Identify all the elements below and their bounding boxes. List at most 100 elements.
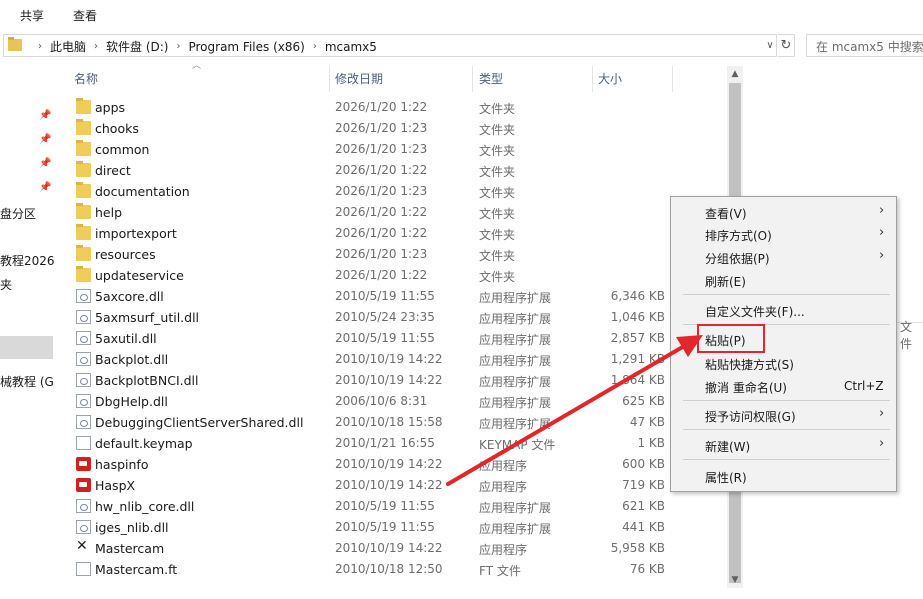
menu-item-give-access[interactable]: 授予访问权限(G) ›: [671, 404, 896, 426]
chevron-right-icon[interactable]: ›: [38, 41, 42, 52]
menu-item-paste-shortcut[interactable]: 粘贴快捷方式(S): [671, 352, 896, 374]
scroll-up-icon[interactable]: ▲: [727, 66, 743, 82]
file-row[interactable]: Mastercam.ft 2010/10/18 12:50 FT 文件 76 KB: [70, 559, 670, 580]
file-row[interactable]: BackplotBNCI.dll 2010/10/19 14:22 应用程序扩展 1,…: [70, 370, 670, 391]
file-date: 2026/1/20 1:23: [335, 142, 428, 156]
folder-icon: [76, 224, 91, 240]
menu-item-group-by[interactable]: 分组依据(P) ›: [671, 246, 896, 268]
tab-share[interactable]: 共享: [20, 7, 44, 24]
chevron-right-icon[interactable]: ›: [176, 41, 180, 52]
file-name: DbgHelp.dll: [95, 394, 168, 409]
breadcrumb-drive-d[interactable]: 软件盘 (D:): [106, 38, 168, 55]
column-header-type[interactable]: 类型: [479, 70, 503, 92]
pin-icon[interactable]: 📌: [39, 110, 51, 121]
file-type: 应用程序扩展: [479, 396, 552, 410]
chevron-down-icon[interactable]: ∨: [763, 34, 777, 57]
nav-item-selected[interactable]: [0, 336, 53, 359]
file-type: 文件夹: [479, 165, 516, 179]
pin-icon[interactable]: 📌: [39, 158, 51, 169]
file-type: 应用程序扩展: [479, 522, 552, 536]
chevron-right-icon: ›: [879, 436, 885, 451]
ribbon: 共享 查看: [0, 0, 923, 30]
menu-item-undo-rename[interactable]: 撤消 重命名(U) Ctrl+Z: [671, 375, 896, 397]
file-size: 6,346 KB: [610, 289, 665, 303]
breadcrumb-program-files[interactable]: Program Files (x86): [188, 40, 304, 54]
nav-item-folder[interactable]: 夹: [0, 276, 12, 293]
address-bar[interactable]: › 此电脑 › 软件盘 (D:) › Program Files (x86) ›…: [3, 34, 777, 57]
file-type: 应用程序扩展: [479, 333, 552, 347]
file-row[interactable]: apps 2026/1/20 1:22 文件夹: [70, 97, 670, 118]
dll-icon: [76, 331, 91, 345]
hasp-app-icon: [76, 478, 91, 492]
file-row[interactable]: 5axcore.dll 2010/5/19 11:55 应用程序扩展 6,346 KB: [70, 286, 670, 307]
column-divider[interactable]: [472, 66, 473, 92]
file-date: 2010/5/19 11:55: [335, 499, 435, 513]
file-date: 2010/5/24 23:35: [335, 310, 435, 324]
file-row[interactable]: 5axmsurf_util.dll 2010/5/24 23:35 应用程序扩展 1,…: [70, 307, 670, 328]
file-size: 47 KB: [629, 415, 665, 429]
breadcrumb-mcamx5[interactable]: mcamx5: [325, 40, 377, 54]
pin-icon[interactable]: 📌: [39, 134, 51, 145]
file-row[interactable]: haspinfo 2010/10/19 14:22 应用程序 600 KB: [70, 454, 670, 475]
file-row[interactable]: iges_nlib.dll 2010/5/19 11:55 应用程序扩展 441 KB: [70, 517, 670, 538]
menu-item-sort-by[interactable]: 排序方式(O) ›: [671, 223, 896, 245]
file-type: 应用程序: [479, 543, 528, 557]
menu-item-label: 授予访问权限(G): [705, 410, 796, 424]
column-divider[interactable]: [672, 66, 673, 92]
menu-item-customize-folder[interactable]: 自定义文件夹(F)...: [671, 299, 896, 321]
breadcrumb-this-pc[interactable]: 此电脑: [50, 38, 86, 55]
column-divider[interactable]: [329, 66, 330, 92]
dll-icon: [76, 352, 91, 366]
file-row[interactable]: resources 2026/1/20 1:23 文件夹: [70, 244, 670, 265]
nav-item-mech-tutorial[interactable]: 械教程 (G: [0, 373, 54, 390]
dll-icon: [76, 415, 91, 429]
file-date: 2010/10/19 14:22: [335, 352, 443, 366]
file-name: 5axcore.dll: [95, 289, 164, 304]
column-header-size[interactable]: 大小: [598, 70, 622, 92]
file-date: 2026/1/20 1:22: [335, 205, 428, 219]
menu-item-label: 新建(W): [705, 440, 751, 454]
column-divider[interactable]: [592, 66, 593, 92]
menu-item-view[interactable]: 查看(V) ›: [671, 201, 896, 223]
chevron-right-icon[interactable]: ›: [94, 41, 98, 52]
nav-item-partition[interactable]: 盘分区: [0, 205, 36, 222]
file-row[interactable]: DbgHelp.dll 2006/10/6 8:31 应用程序扩展 625 KB: [70, 391, 670, 412]
file-type: KEYMAP 文件: [479, 438, 556, 452]
menu-item-refresh[interactable]: 刷新(E): [671, 269, 896, 291]
file-row[interactable]: updateservice 2026/1/20 1:22 文件夹: [70, 265, 670, 286]
file-row[interactable]: 5axutil.dll 2010/5/19 11:55 应用程序扩展 2,857 KB: [70, 328, 670, 349]
scroll-down-icon[interactable]: ▼: [727, 572, 743, 588]
file-row[interactable]: HaspX 2010/10/19 14:22 应用程序 719 KB: [70, 475, 670, 496]
pin-icon[interactable]: 📌: [39, 182, 51, 193]
tab-view[interactable]: 查看: [73, 7, 97, 24]
file-row[interactable]: common 2026/1/20 1:23 文件夹: [70, 139, 670, 160]
file-row[interactable]: hw_nlib_core.dll 2010/5/19 11:55 应用程序扩展 621…: [70, 496, 670, 517]
menu-item-properties[interactable]: 属性(R): [671, 465, 896, 487]
file-size: 719 KB: [622, 478, 665, 492]
folder-icon: [76, 98, 91, 114]
file-size: 76 KB: [629, 562, 665, 576]
file-row[interactable]: Mastercam 2010/10/19 14:22 应用程序 5,958 KB: [70, 538, 670, 559]
file-row[interactable]: default.keymap 2010/1/21 16:55 KEYMAP 文件 1 …: [70, 433, 670, 454]
file-date: 2026/1/20 1:22: [335, 268, 428, 282]
file-row[interactable]: documentation 2026/1/20 1:23 文件夹: [70, 181, 670, 202]
dll-icon: [76, 394, 91, 408]
file-size: 1 KB: [637, 436, 665, 450]
chevron-right-icon: ›: [879, 225, 885, 240]
chevron-right-icon[interactable]: ›: [313, 41, 317, 52]
file-row[interactable]: chooks 2026/1/20 1:23 文件夹: [70, 118, 670, 139]
column-header-name[interactable]: 名称: [74, 70, 98, 92]
file-row[interactable]: direct 2026/1/20 1:22 文件夹: [70, 160, 670, 181]
file-row[interactable]: DebuggingClientServerShared.dll 2010/10/1…: [70, 412, 670, 433]
search-input[interactable]: 在 mcamx5 中搜索: [806, 34, 923, 57]
menu-item-new[interactable]: 新建(W) ›: [671, 434, 896, 456]
nav-item-tutorial[interactable]: 教程2026: [0, 252, 55, 269]
file-type: 应用程序扩展: [479, 354, 552, 368]
file-size: 625 KB: [622, 394, 665, 408]
file-row[interactable]: Backplot.dll 2010/10/19 14:22 应用程序扩展 1,291 …: [70, 349, 670, 370]
file-row[interactable]: importexport 2026/1/20 1:22 文件夹: [70, 223, 670, 244]
column-header-date[interactable]: 修改日期: [335, 70, 383, 92]
menu-item-shortcut: Ctrl+Z: [844, 379, 884, 393]
refresh-icon[interactable]: ↻: [778, 34, 795, 57]
file-row[interactable]: help 2026/1/20 1:22 文件夹: [70, 202, 670, 223]
